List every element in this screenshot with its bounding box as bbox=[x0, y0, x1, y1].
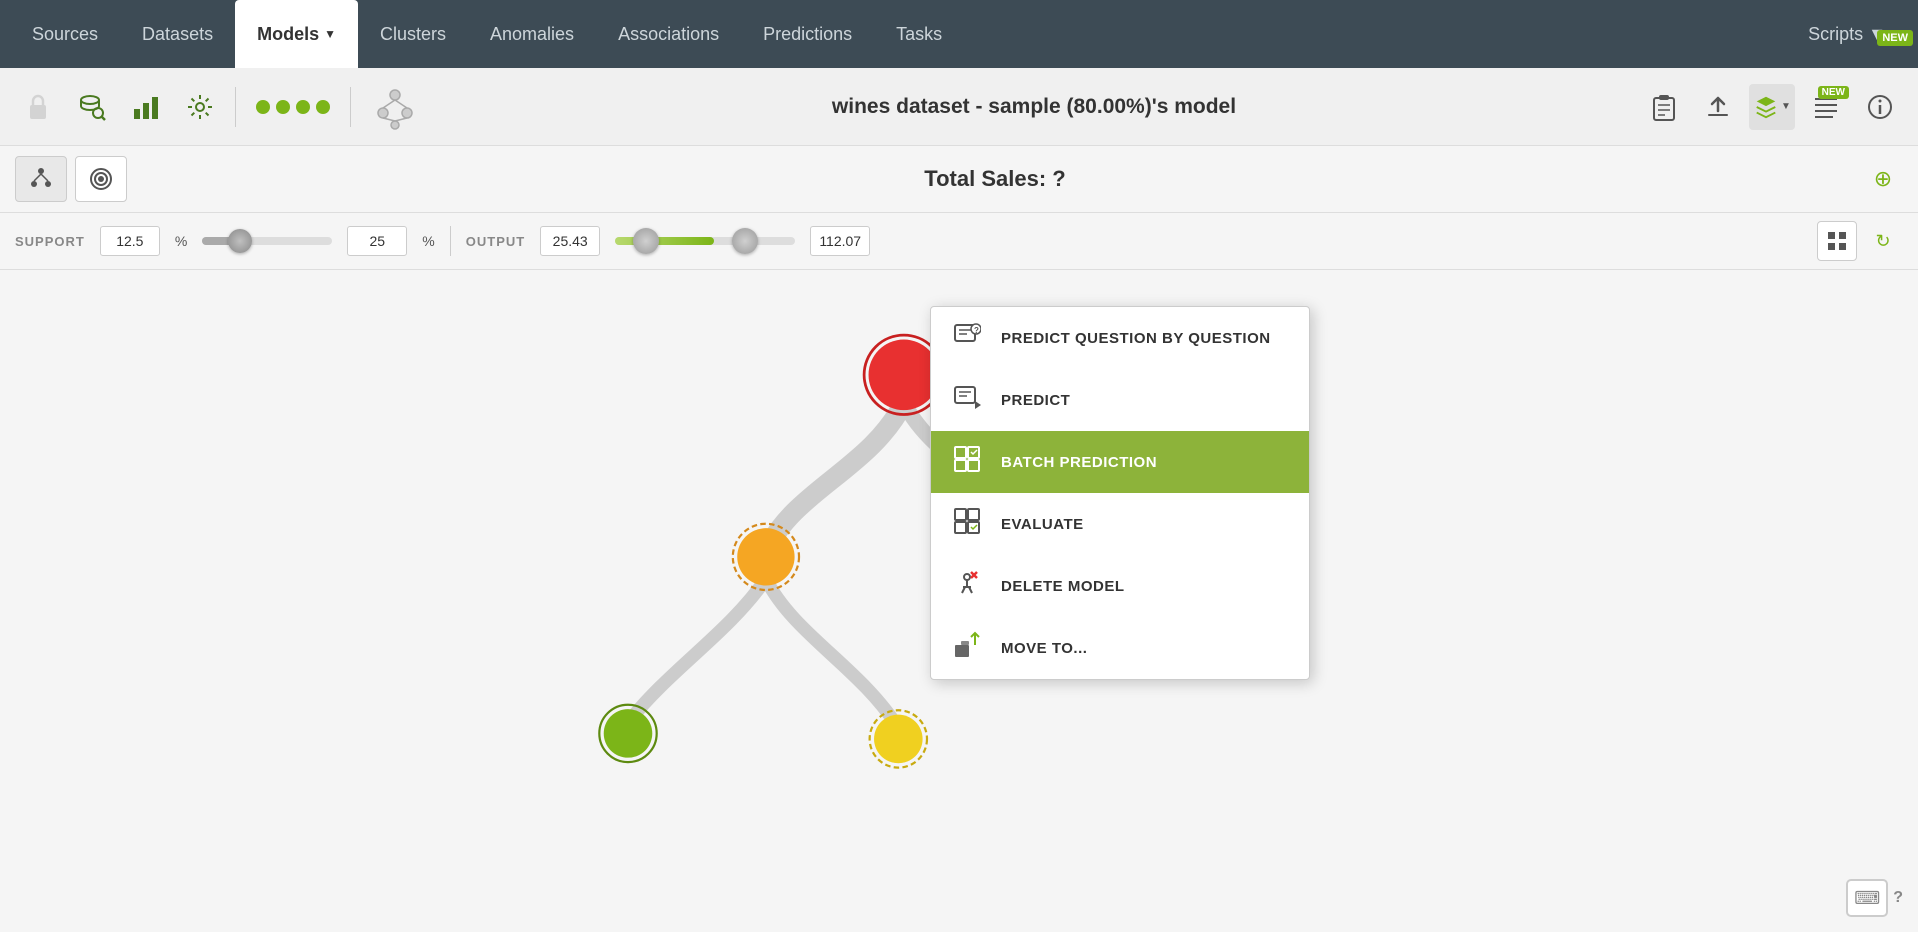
content-area: Total Sales: ? ⊕ SUPPORT % % OUTPUT ↻ bbox=[0, 146, 1918, 932]
nav-models[interactable]: Models ▼ bbox=[235, 0, 358, 68]
menu-delete-model[interactable]: DELETE MODEL bbox=[931, 555, 1309, 617]
support-label: SUPPORT bbox=[15, 234, 85, 249]
nav-anomalies[interactable]: Anomalies bbox=[468, 0, 596, 68]
prediction-label: Total Sales: ? bbox=[135, 166, 1855, 192]
menu-batch-prediction[interactable]: BATCH PREDICTION bbox=[931, 431, 1309, 493]
keyboard-shortcut-area: ⌨ ? bbox=[1846, 879, 1903, 917]
view-controls: Total Sales: ? ⊕ bbox=[0, 146, 1918, 213]
menu-evaluate[interactable]: EVALUATE bbox=[931, 493, 1309, 555]
refresh-btn[interactable]: ↻ bbox=[1863, 221, 1903, 261]
sliders-area: SUPPORT % % OUTPUT ↻ bbox=[0, 213, 1918, 270]
expand-icon[interactable]: ⊕ bbox=[1863, 159, 1903, 199]
model-title: wines dataset - sample (80.00%)'s model bbox=[435, 95, 1633, 119]
dot-3 bbox=[296, 100, 310, 114]
chart-icon[interactable] bbox=[123, 84, 169, 130]
nav-sources[interactable]: Sources bbox=[10, 0, 120, 68]
output-max-input[interactable] bbox=[810, 226, 870, 256]
batch-prediction-icon bbox=[951, 445, 983, 479]
tree-view-btn[interactable] bbox=[15, 156, 67, 202]
slider-right-controls: ↻ bbox=[1817, 221, 1903, 261]
nav-scripts[interactable]: Scripts ▼ NEW bbox=[1786, 24, 1908, 45]
action-dropdown-arrow: ▼ bbox=[1781, 101, 1791, 112]
output-slider-fill bbox=[615, 237, 714, 245]
menu-predict-question[interactable]: ? PREDICT QUESTION BY QUESTION bbox=[931, 307, 1309, 369]
support-slider-thumb[interactable] bbox=[228, 229, 252, 253]
lock-icon bbox=[15, 84, 61, 130]
nav-clusters[interactable]: Clusters bbox=[358, 0, 468, 68]
output-slider-left-thumb[interactable] bbox=[633, 228, 659, 254]
model-network-icon bbox=[371, 83, 419, 131]
settings-icon[interactable] bbox=[177, 84, 223, 130]
nav-associations[interactable]: Associations bbox=[596, 0, 741, 68]
action-dropdown-menu: ? PREDICT QUESTION BY QUESTION PREDICT B… bbox=[930, 306, 1310, 680]
keyboard-icon[interactable]: ⌨ bbox=[1846, 879, 1888, 917]
predict-icon bbox=[951, 383, 983, 417]
tree-node-ll[interactable] bbox=[604, 709, 653, 758]
toolbar-right-actions: ▼ NEW bbox=[1641, 84, 1903, 130]
info-icon[interactable] bbox=[1857, 84, 1903, 130]
nav-predictions[interactable]: Predictions bbox=[741, 0, 874, 68]
action-dropdown-btn[interactable]: ▼ bbox=[1749, 84, 1795, 130]
upload-icon[interactable] bbox=[1695, 84, 1741, 130]
main-toolbar: wines dataset - sample (80.00%)'s model … bbox=[0, 68, 1918, 146]
keyboard-question: ? bbox=[1893, 889, 1903, 907]
grid-view-btn[interactable] bbox=[1817, 221, 1857, 261]
status-dots bbox=[256, 100, 330, 114]
dot-4 bbox=[316, 100, 330, 114]
tree-node-lr[interactable] bbox=[874, 715, 923, 764]
output-slider-right-thumb[interactable] bbox=[732, 228, 758, 254]
toolbar-sep-1 bbox=[235, 87, 236, 127]
support-pct-label: % bbox=[175, 233, 187, 249]
database-search-icon[interactable] bbox=[69, 84, 115, 130]
menu-predict[interactable]: PREDICT bbox=[931, 369, 1309, 431]
output-slider-track[interactable] bbox=[615, 237, 795, 245]
output-min-input[interactable] bbox=[540, 226, 600, 256]
move-to-icon bbox=[951, 631, 983, 665]
tree-node-left[interactable] bbox=[737, 528, 794, 585]
evaluate-icon bbox=[951, 507, 983, 541]
support-slider-pct: % bbox=[422, 233, 434, 249]
nav-tasks[interactable]: Tasks bbox=[874, 0, 964, 68]
nav-datasets[interactable]: Datasets bbox=[120, 0, 235, 68]
menu-move-to[interactable]: MOVE TO... bbox=[931, 617, 1309, 679]
svg-text:?: ? bbox=[974, 326, 979, 335]
scripts-new-badge: NEW bbox=[1877, 30, 1913, 46]
list-icon[interactable]: NEW bbox=[1803, 84, 1849, 130]
slider-separator bbox=[450, 226, 451, 256]
dot-1 bbox=[256, 100, 270, 114]
toolbar-new-badge: NEW bbox=[1818, 86, 1849, 99]
models-dropdown-arrow: ▼ bbox=[324, 27, 336, 41]
support-slider-value-input[interactable] bbox=[347, 226, 407, 256]
tree-node-root[interactable] bbox=[869, 340, 940, 411]
delete-model-icon bbox=[951, 569, 983, 603]
support-slider-track[interactable] bbox=[202, 237, 332, 245]
target-view-btn[interactable] bbox=[75, 156, 127, 202]
toolbar-sep-2 bbox=[350, 87, 351, 127]
dot-2 bbox=[276, 100, 290, 114]
output-label: OUTPUT bbox=[466, 234, 525, 249]
clipboard-icon[interactable] bbox=[1641, 84, 1687, 130]
support-value-input[interactable] bbox=[100, 226, 160, 256]
top-navigation: Sources Datasets Models ▼ Clusters Anoma… bbox=[0, 0, 1918, 68]
predict-question-icon: ? bbox=[951, 321, 983, 355]
